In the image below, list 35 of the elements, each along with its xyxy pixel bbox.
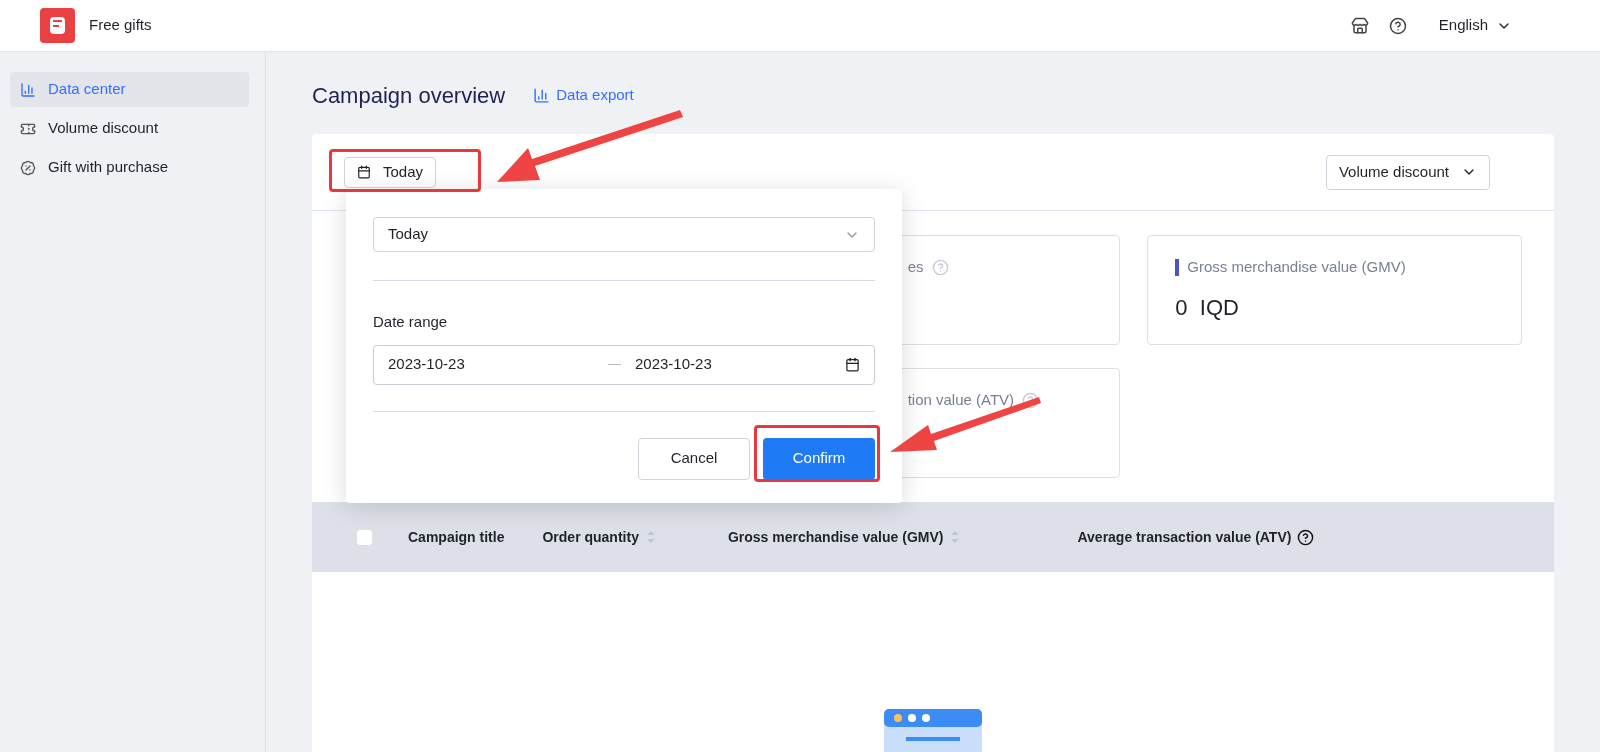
date-range-field[interactable]: 2023-10-23 2023-10-23 — [373, 344, 875, 385]
marker-bar — [1175, 258, 1180, 276]
date-range-label: Date range — [373, 312, 449, 332]
column-header: Average transaction value (ATV) — [1077, 527, 1292, 547]
column-header: Gross merchandise value (GMV) — [727, 527, 944, 547]
select-all-checkbox[interactable] — [356, 528, 373, 546]
cancel-button[interactable]: Cancel — [638, 437, 750, 480]
calendar-icon — [357, 165, 371, 179]
data-export-link[interactable]: Data export — [533, 84, 634, 107]
stat-value: 0 IQD — [1174, 293, 1240, 322]
language-select[interactable]: English — [1438, 14, 1512, 37]
app-logo-icon — [40, 8, 75, 43]
stat-label: es — [907, 257, 924, 277]
stat-label: Gross merchandise value (GMV) — [1187, 257, 1406, 277]
column-header: Order quantity — [542, 527, 639, 547]
sidebar-item[interactable]: Gift with purchase — [10, 150, 249, 185]
store-icon[interactable] — [1350, 16, 1369, 35]
preset-select[interactable]: Today — [373, 217, 875, 252]
campaign-type-select[interactable]: Volume discount — [1325, 154, 1490, 190]
percent-badge-icon — [20, 159, 36, 176]
bar-chart-icon — [20, 81, 36, 98]
app-name: Free gifts — [89, 15, 152, 36]
stat-label: tion value (ATV) — [907, 390, 1015, 410]
sidebar-item[interactable]: Volume discount — [10, 111, 249, 146]
start-date: 2023-10-23 — [388, 354, 466, 375]
column-header: Campaign title — [408, 527, 505, 547]
page-title: Campaign overview — [312, 82, 506, 110]
help-icon[interactable] — [1297, 528, 1315, 546]
date-filter-button[interactable]: Today — [344, 156, 437, 188]
help-icon[interactable] — [1388, 16, 1407, 35]
end-date: 2023-10-23 — [635, 354, 712, 375]
range-separator — [608, 364, 621, 365]
calendar-icon — [845, 357, 860, 372]
bar-chart-icon — [533, 87, 551, 104]
confirm-button[interactable]: Confirm — [763, 437, 875, 480]
